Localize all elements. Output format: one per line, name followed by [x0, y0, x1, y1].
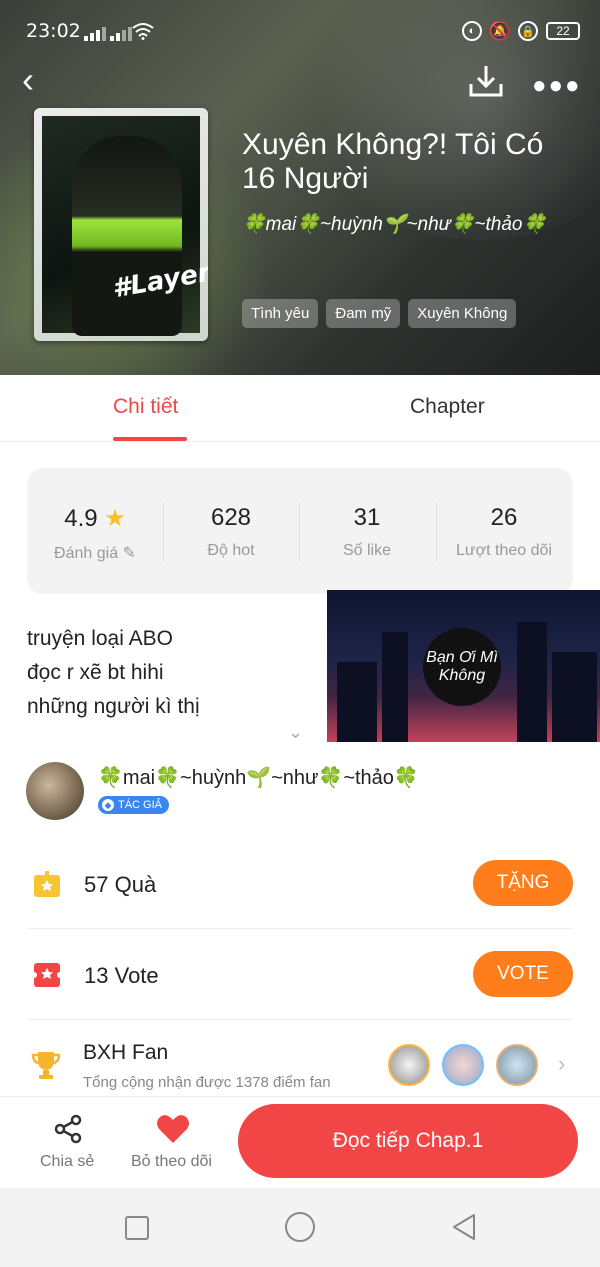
- battery-icon: 22: [546, 22, 580, 40]
- chevron-right-icon[interactable]: ›: [558, 1051, 565, 1077]
- fan-avatar[interactable]: [496, 1044, 538, 1086]
- stats-card: 4.9 ★ Đánh giá ✎ 628 Độ hot 31 Số like 2…: [27, 468, 573, 594]
- description-line: truyện loại ABO: [27, 627, 173, 650]
- author-badge: ◆ TÁC GIẢ: [98, 796, 170, 814]
- give-gift-button[interactable]: TẶNG: [473, 860, 573, 906]
- fan-ranking-subtitle: Tổng cộng nhận được 1378 điểm fan: [83, 1074, 331, 1091]
- description-line: đọc r xẽ bt hihi: [27, 661, 164, 684]
- vote-ticket-icon: [32, 963, 62, 987]
- divider: [27, 928, 573, 929]
- vote-button[interactable]: VOTE: [473, 951, 573, 997]
- description-line: những người kì thị: [27, 695, 200, 718]
- tag[interactable]: Xuyên Không: [408, 299, 517, 328]
- tab-chapter[interactable]: Chapter: [410, 395, 485, 419]
- share-label[interactable]: Chia sẻ: [40, 1153, 94, 1171]
- active-tab-indicator: [113, 437, 187, 441]
- hot-label: Độ hot: [207, 542, 255, 559]
- recent-apps-icon[interactable]: [124, 1215, 150, 1241]
- rating-value: 4.9: [64, 505, 98, 532]
- story-cover-image: #Layer: [34, 108, 208, 341]
- status-icons: ◐ 🔕 🔒 22: [462, 18, 580, 44]
- edit-pencil-icon: ✎: [122, 545, 136, 562]
- status-bar: 23:02 ◐ 🔕 🔒 22: [0, 0, 600, 60]
- trophy-icon: [31, 1052, 61, 1079]
- stat-followers: 26 Lượt theo dõi: [436, 504, 572, 560]
- fan-avatar[interactable]: [442, 1044, 484, 1086]
- star-icon: ★: [104, 505, 126, 532]
- floating-media-thumbnail[interactable]: Bạn Ơi Mì Không: [327, 590, 600, 742]
- story-title: Xuyên Không?! Tôi Có 16 Người: [242, 128, 544, 195]
- back-icon[interactable]: ‹: [22, 62, 58, 98]
- signal-icon: [110, 25, 134, 41]
- fan-ranking-title[interactable]: BXH Fan: [83, 1041, 168, 1065]
- back-nav-icon[interactable]: [450, 1213, 478, 1241]
- media-title: Bạn Ơi Mì Không: [423, 628, 501, 706]
- tab-bar: Chi tiết Chapter: [0, 375, 600, 442]
- author-badge-icon: ◆: [102, 799, 114, 811]
- tab-details[interactable]: Chi tiết: [113, 395, 178, 419]
- unfollow-label[interactable]: Bỏ theo dõi: [131, 1153, 212, 1171]
- share-icon[interactable]: [52, 1113, 84, 1145]
- tag[interactable]: Đam mỹ: [326, 299, 401, 328]
- tag[interactable]: Tình yêu: [242, 299, 319, 328]
- home-icon[interactable]: [284, 1211, 316, 1243]
- likes-value: 31: [353, 504, 381, 531]
- stat-hot: 628 Độ hot: [163, 504, 299, 560]
- story-description: truyện loại ABO đọc r xẽ bt hihi những n…: [27, 622, 317, 724]
- expand-description-icon[interactable]: ⌄: [288, 722, 312, 742]
- author-badge-label: TÁC GIẢ: [118, 799, 163, 811]
- continue-reading-button[interactable]: Đọc tiếp Chap.1: [238, 1104, 578, 1178]
- lock-rotation-icon: 🔒: [518, 21, 538, 41]
- tag-list: Tình yêu Đam mỹ Xuyên Không: [242, 299, 517, 328]
- gift-count: 57 Quà: [84, 872, 157, 897]
- more-options-icon[interactable]: ●●●: [532, 72, 580, 99]
- data-saver-icon: ◐: [462, 21, 482, 41]
- followers-value: 26: [490, 504, 518, 531]
- heart-icon[interactable]: [156, 1113, 190, 1145]
- download-icon[interactable]: [466, 62, 506, 102]
- signal-icon: [84, 25, 108, 41]
- system-navigation-bar: [0, 1188, 600, 1267]
- hot-value: 628: [210, 504, 252, 531]
- followers-label: Lượt theo dõi: [456, 542, 552, 559]
- gift-icon: [34, 871, 60, 897]
- wifi-icon: [132, 23, 154, 40]
- mute-bell-icon: 🔕: [488, 20, 512, 41]
- status-time: 23:02: [26, 20, 81, 42]
- divider: [27, 1019, 573, 1020]
- stat-likes: 31 Số like: [299, 504, 435, 560]
- vote-count: 13 Vote: [84, 963, 159, 988]
- stat-rating[interactable]: 4.9 ★ Đánh giá ✎: [27, 504, 163, 563]
- author-name[interactable]: 🍀mai🍀~huỳnh🌱~như🍀~thảo🍀: [98, 765, 419, 790]
- story-author[interactable]: 🍀mai🍀~huỳnh🌱~như🍀~thảo🍀: [242, 212, 592, 236]
- fan-avatar[interactable]: [388, 1044, 430, 1086]
- likes-label: Số like: [342, 542, 392, 559]
- rating-label: Đánh giá: [54, 545, 119, 562]
- author-avatar[interactable]: [26, 762, 84, 820]
